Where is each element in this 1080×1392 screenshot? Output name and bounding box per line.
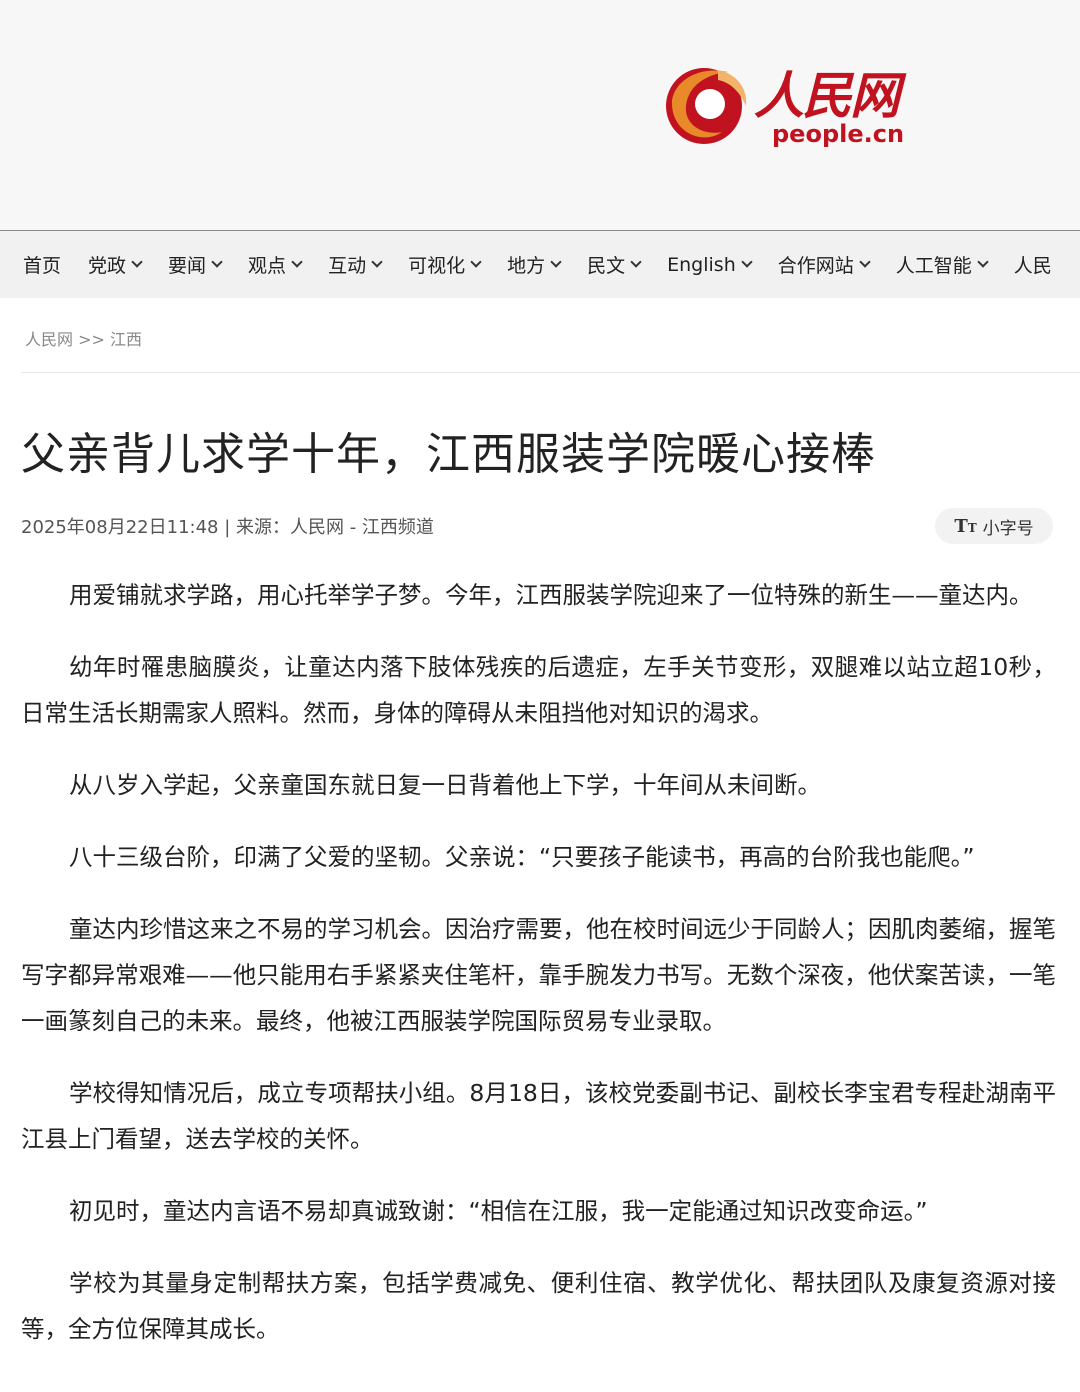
people-cn-logo[interactable]: 人民网 people.cn [662, 56, 918, 156]
article-paragraph: 初见时，童达内言语不易却真诚致谢：“相信在江服，我一定能通过知识改变命运。” [69, 1197, 928, 1225]
chevron-down-icon [977, 256, 989, 268]
nav-item-label: 互动 [328, 255, 367, 277]
article-meta: 2025年08月22日11:48 | 来源：人民网 - 江西频道 [21, 517, 434, 538]
article-paragraph: 用爱铺就求学路，用心托举学子梦。今年，江西服装学院迎来了一位特殊的新生——童达内… [69, 581, 1033, 609]
chevron-down-icon [131, 256, 143, 268]
logo-text-en: people.cn [772, 120, 905, 148]
nav-item-minority-lang[interactable]: 民文 [587, 251, 642, 278]
font-size-icon: TT [954, 515, 977, 537]
nav-item-label: 合作网站 [777, 255, 854, 277]
nav-item-english[interactable]: English [667, 253, 753, 276]
chevron-down-icon [291, 256, 303, 268]
article-paragraph: 学校得知情况后，成立专项帮扶小组。8月18日，该校党委副书记、副校长李宝君专程赴… [21, 1079, 1056, 1153]
nav-item-opinion[interactable]: 观点 [248, 251, 303, 278]
breadcrumb[interactable]: 人民网 >> 江西 [25, 326, 142, 350]
logo-text-cn: 人民网 [754, 66, 900, 125]
nav-item-partners[interactable]: 合作网站 [777, 251, 871, 278]
nav-item-home[interactable]: 首页 [23, 251, 61, 278]
nav-item-ai[interactable]: 人工智能 [895, 251, 989, 278]
article-paragraph: 学校为其量身定制帮扶方案，包括学费减免、便利住宿、教学优化、帮扶团队及康复资源对… [21, 1269, 1056, 1343]
article-paragraph: 童达内珍惜这来之不易的学习机会。因治疗需要，他在校时间远少于同龄人；因肌肉萎缩，… [21, 915, 1056, 1035]
font-size-toggle-button[interactable]: TT 小字号 [935, 508, 1053, 544]
chevron-down-icon [630, 256, 642, 268]
nav-item-interact[interactable]: 互动 [328, 251, 383, 278]
nav-item-label: 要闻 [168, 255, 207, 277]
font-size-toggle-label: 小字号 [982, 518, 1034, 539]
nav-item-news[interactable]: 要闻 [168, 251, 223, 278]
nav-item-label: 党政 [88, 255, 127, 277]
nav-item-label: 观点 [248, 255, 287, 277]
nav-item-label: 地方 [507, 255, 546, 277]
chevron-down-icon [470, 256, 482, 268]
site-header: 人民网 people.cn [0, 0, 1080, 230]
article-paragraph: 从八岁入学起，父亲童国东就日复一日背着他上下学，十年间从未间断。 [69, 771, 821, 799]
nav-item-visual[interactable]: 可视化 [408, 251, 482, 278]
chevron-down-icon [371, 256, 383, 268]
nav-item-label: 人工智能 [895, 255, 972, 277]
chevron-down-icon [859, 256, 871, 268]
nav-item-people[interactable]: 人民 [1014, 251, 1052, 278]
nav-item-label: 人民 [1013, 255, 1052, 277]
logo-swirl-icon [666, 68, 747, 144]
chevron-down-icon [550, 256, 562, 268]
nav-item-local[interactable]: 地方 [507, 251, 562, 278]
nav-item-party[interactable]: 党政 [88, 251, 143, 278]
chevron-down-icon [211, 256, 223, 268]
article-paragraph: 幼年时罹患脑膜炎，让童达内落下肢体残疾的后遗症，左手关节变形，双腿难以站立超10… [21, 653, 1056, 727]
chevron-down-icon [741, 256, 753, 268]
article-body: 用爱铺就求学路，用心托举学子梦。今年，江西服装学院迎来了一位特殊的新生——童达内… [21, 572, 1056, 1378]
nav-item-label: 民文 [587, 255, 626, 277]
nav-item-label: English [667, 253, 736, 276]
nav-item-label: 首页 [23, 255, 62, 277]
main-nav: 首页 党政 要闻 观点 互动 可视化 地方 民文 English 合作网站 人工… [0, 230, 1080, 298]
nav-item-label: 可视化 [408, 255, 466, 277]
article-title: 父亲背儿求学十年，江西服装学院暖心接棒 [21, 429, 876, 480]
divider [21, 372, 1080, 373]
article-paragraph: 八十三级台阶，印满了父爱的坚韧。父亲说：“只要孩子能读书，再高的台阶我也能爬。” [69, 843, 975, 871]
